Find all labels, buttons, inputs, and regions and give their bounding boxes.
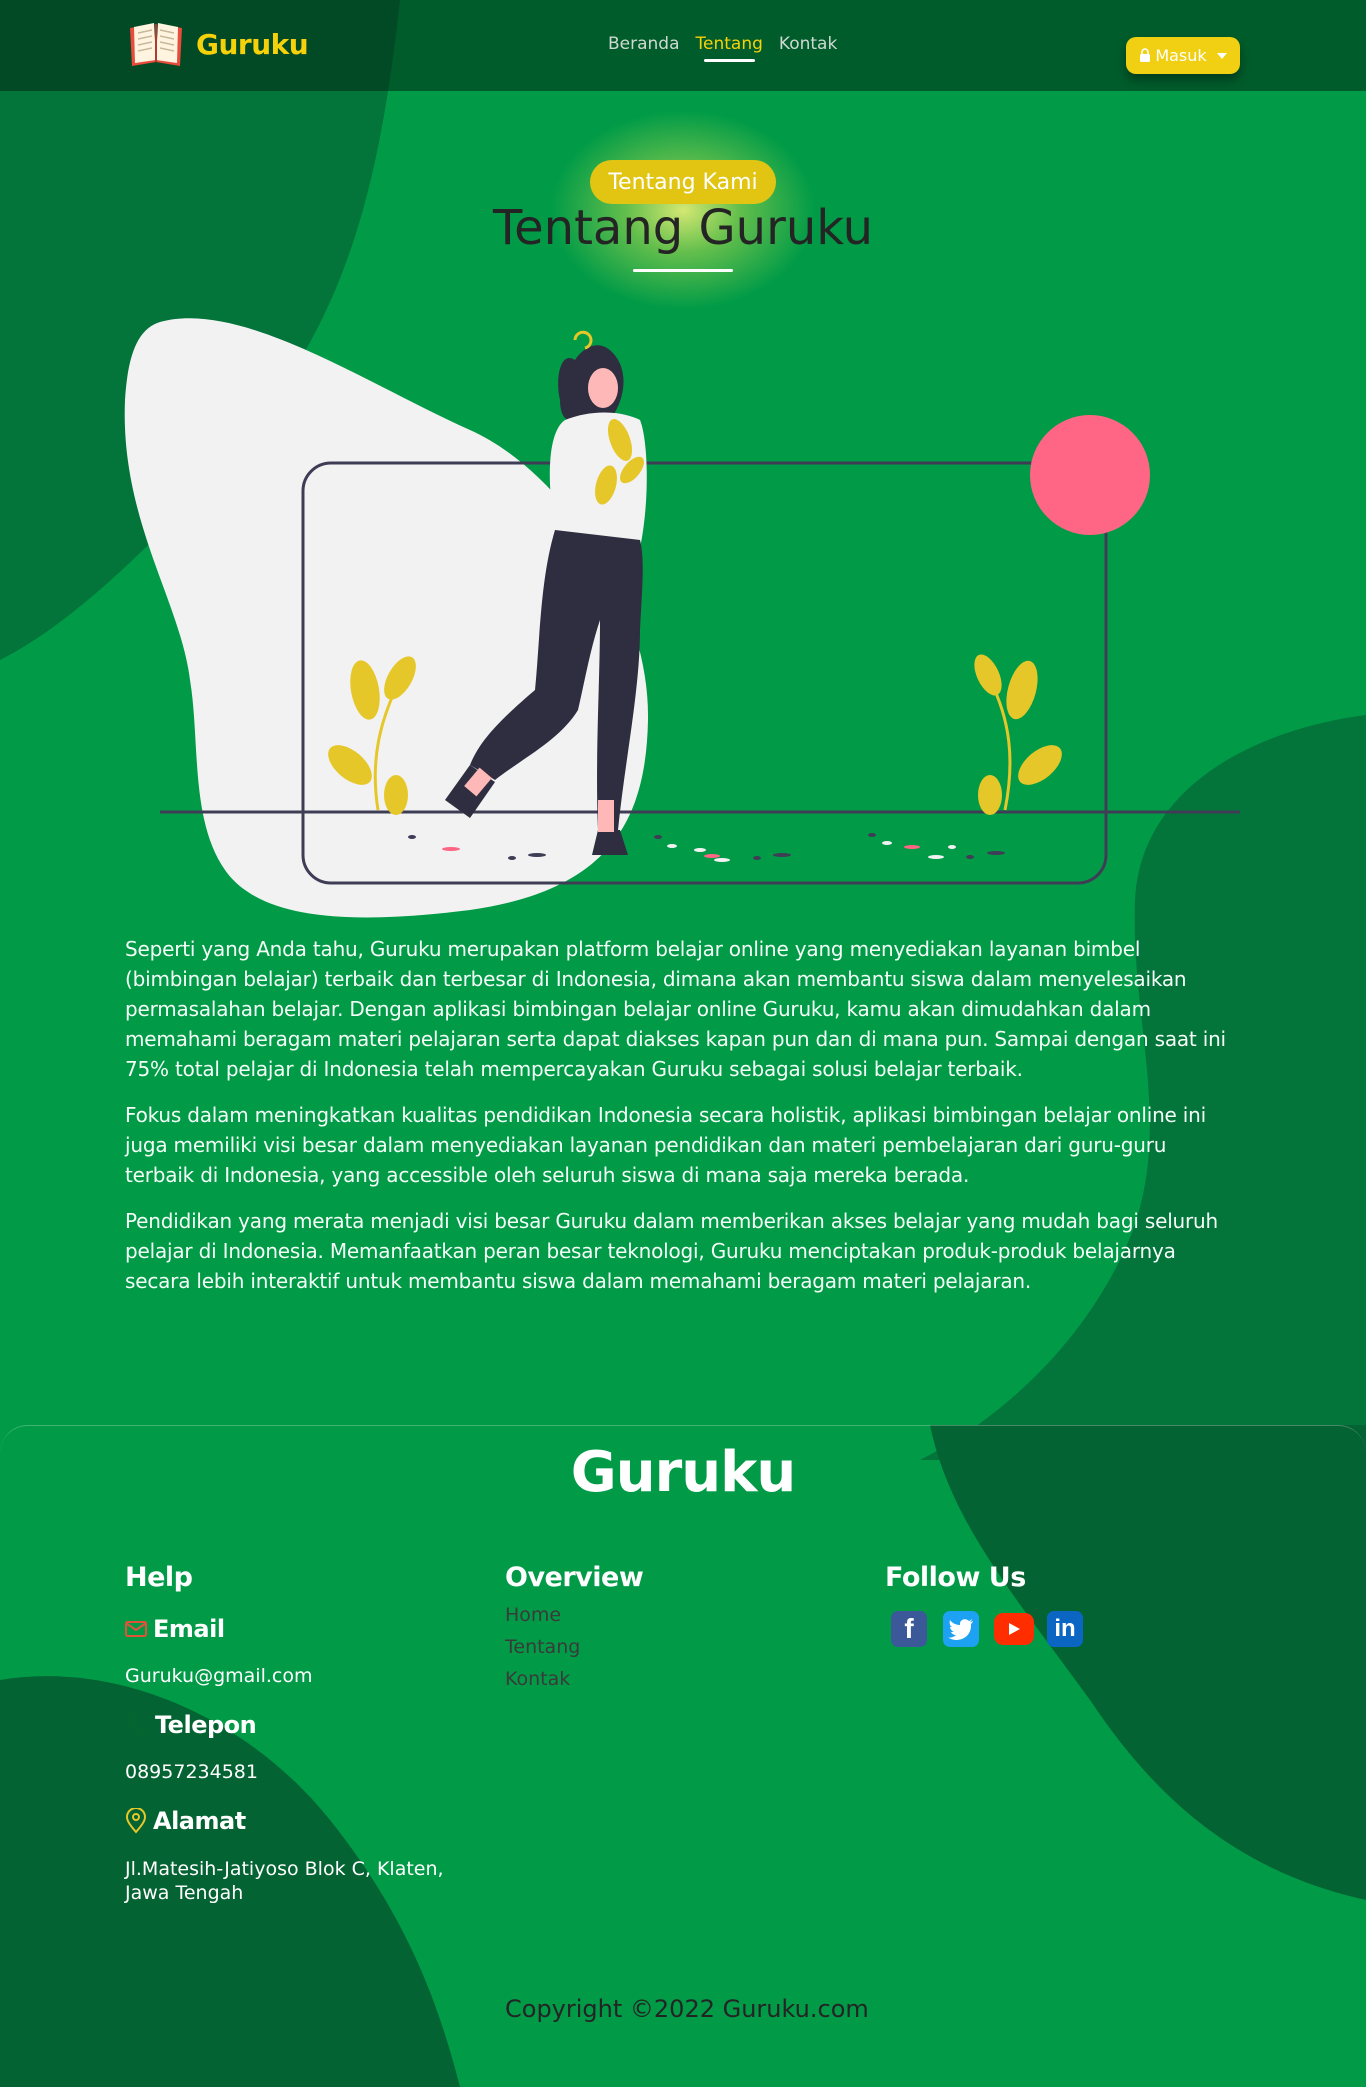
email-value[interactable]: Guruku@gmail.com (125, 1665, 444, 1687)
overview-link-home[interactable]: Home (505, 1599, 643, 1631)
location-pin-icon (125, 1808, 147, 1834)
address-line-2: Jawa Tengah (125, 1882, 244, 1904)
twitter-icon[interactable] (943, 1611, 979, 1647)
paragraph: Seperti yang Anda tahu, Guruku merupakan… (125, 937, 1226, 1081)
paragraph: Fokus dalam meningkatkan kualitas pendid… (125, 1103, 1206, 1187)
phone-value[interactable]: 08957234581 (125, 1761, 444, 1783)
paragraph: Pendidikan yang merata menjadi visi besa… (125, 1209, 1219, 1293)
footer-brand: Guruku (570, 1440, 796, 1505)
about-content: Seperti yang Anda tahu, Guruku merupakan… (125, 934, 1241, 1312)
brand-name: Guruku (196, 27, 309, 61)
overview-link-tentang[interactable]: Tentang (505, 1631, 643, 1663)
about-illustration (124, 318, 1240, 918)
brand[interactable]: Guruku (126, 18, 309, 70)
overview-title: Overview (505, 1562, 644, 1593)
plant-right (974, 654, 1062, 815)
nav-link-beranda[interactable]: Beranda (608, 34, 680, 54)
lock-icon (1140, 48, 1151, 62)
page-title: Tentang Guruku (492, 200, 873, 256)
copyright: Copyright ©2022 Guruku.com (505, 1995, 869, 2023)
youtube-icon[interactable] (994, 1613, 1034, 1645)
address-label-row: Alamat (125, 1807, 444, 1835)
address-value: Jl.Matesih-Jatiyoso Blok C, Klaten, Jawa… (125, 1857, 444, 1905)
mail-icon (125, 1621, 147, 1637)
nav-link-tentang[interactable]: Tentang (696, 34, 763, 62)
section-badge: Tentang Kami (590, 160, 776, 204)
footer-overview-column: Overview Home Tentang Kontak (505, 1562, 644, 1695)
nav-link-kontak[interactable]: Kontak (779, 34, 837, 54)
help-title: Help (125, 1562, 193, 1593)
email-label: Email (153, 1615, 225, 1643)
follow-title: Follow Us (885, 1562, 1026, 1593)
play-glyph (1009, 1623, 1020, 1635)
navbar: Guruku Beranda Tentang Kontak Masuk (0, 0, 1366, 91)
email-label-row: Email (125, 1615, 444, 1643)
facebook-icon[interactable]: f (891, 1611, 927, 1647)
phone-icon (127, 1714, 149, 1737)
linkedin-icon[interactable]: in (1047, 1611, 1083, 1647)
page: Guruku Beranda Tentang Kontak Masuk Tent… (0, 0, 1366, 2087)
footer-help-column: Help Email Guruku@gmail.com Telepon 0895… (125, 1562, 444, 1905)
twitter-bird-glyph (948, 1619, 973, 1640)
login-button[interactable]: Masuk (1126, 37, 1240, 74)
footer-follow-column: Follow Us (885, 1562, 1026, 1593)
phone-label: Telepon (155, 1711, 257, 1739)
nav-links: Beranda Tentang Kontak (608, 34, 837, 62)
login-label: Masuk (1155, 46, 1207, 65)
address-line-1: Jl.Matesih-Jatiyoso Blok C, Klaten, (125, 1858, 444, 1880)
phone-label-row: Telepon (125, 1711, 444, 1739)
book-icon (130, 23, 182, 66)
pink-sun (1030, 415, 1150, 535)
overview-links: Home Tentang Kontak (505, 1599, 643, 1695)
title-underline (633, 269, 733, 272)
overview-link-kontak[interactable]: Kontak (505, 1663, 643, 1695)
chevron-down-icon (1216, 52, 1227, 59)
address-label: Alamat (153, 1807, 246, 1835)
